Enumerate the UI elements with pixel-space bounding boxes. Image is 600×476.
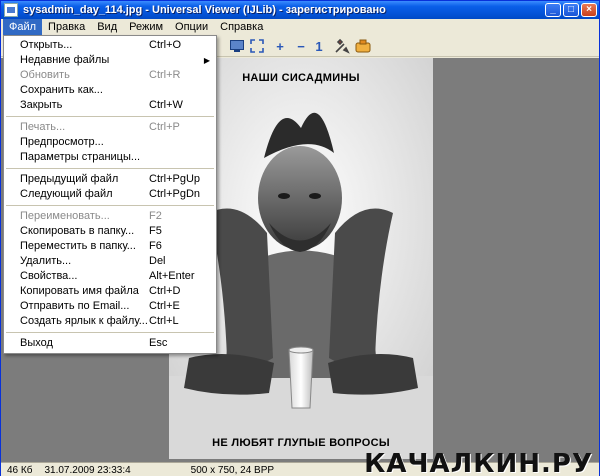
close-button[interactable]: × xyxy=(581,3,597,17)
file-menu-item[interactable]: Отправить по Email... Ctrl+E xyxy=(4,299,216,314)
menu-item-shortcut: F5 xyxy=(149,225,162,237)
menu-edit[interactable]: Правка xyxy=(42,19,91,35)
menu-item-label: Переместить в папку... xyxy=(20,240,136,252)
zoom-in-icon[interactable]: + xyxy=(272,38,288,54)
zoom-out-icon[interactable]: − xyxy=(293,38,309,54)
file-menu-item[interactable]: Параметры страницы... xyxy=(4,150,216,165)
menu-item-shortcut: F6 xyxy=(149,240,162,252)
menu-bar: Файл Правка Вид Режим Опции Справка xyxy=(1,19,599,35)
fullscreen-icon[interactable] xyxy=(249,38,265,54)
menu-separator xyxy=(6,332,214,333)
menu-item-label: Сохранить как... xyxy=(20,84,103,96)
menu-item-label: Закрыть xyxy=(20,99,63,111)
menu-item-shortcut: Ctrl+PgDn xyxy=(149,188,201,200)
menu-item-shortcut: Ctrl+O xyxy=(149,39,182,51)
menu-item-label: Отправить по Email... xyxy=(20,300,130,312)
menu-separator xyxy=(6,116,214,117)
menu-item-label: Скопировать в папку... xyxy=(20,225,135,237)
menu-item-label: Предыдущий файл xyxy=(20,173,119,185)
monitor-icon[interactable] xyxy=(229,38,245,54)
menu-item-label: Переименовать... xyxy=(20,210,110,222)
app-icon[interactable] xyxy=(4,3,18,17)
menu-item-shortcut: F2 xyxy=(149,210,162,222)
actual-size-icon[interactable]: 1 xyxy=(311,38,327,54)
file-menu-item[interactable]: Переименовать... F2 xyxy=(4,209,216,224)
menu-item-label: Предпросмотр... xyxy=(20,136,104,148)
menu-item-label: Свойства... xyxy=(20,270,78,282)
menu-item-label: Удалить... xyxy=(20,255,72,267)
file-menu-item[interactable]: Обновить Ctrl+R xyxy=(4,68,216,83)
menu-item-shortcut: Ctrl+D xyxy=(149,285,181,297)
menu-item-shortcut: Ctrl+W xyxy=(149,99,183,111)
file-menu-item[interactable]: Недавние файлы ▶ xyxy=(4,53,216,68)
file-menu-item[interactable]: Предпросмотр... xyxy=(4,135,216,150)
file-menu-item[interactable]: Закрыть Ctrl+W xyxy=(4,98,216,113)
file-menu-dropdown: Открыть... Ctrl+O Недавние файлы ▶ Обновить C… xyxy=(3,35,217,354)
minimize-button[interactable]: _ xyxy=(545,3,561,17)
menu-item-label: Выход xyxy=(20,337,53,349)
settings-icon[interactable] xyxy=(355,38,371,54)
menu-item-shortcut: Ctrl+PgUp xyxy=(149,173,201,185)
window-title: sysadmin_day_114.jpg - Universal Viewer … xyxy=(23,4,386,16)
file-menu-item[interactable]: Предыдущий файл Ctrl+PgUp xyxy=(4,172,216,187)
watermark: КАЧАЛКИН.РУ xyxy=(364,449,593,476)
photo-bottom-caption: НЕ ЛЮБЯТ ГЛУПЫЕ ВОПРОСЫ xyxy=(212,437,390,449)
menu-separator xyxy=(6,168,214,169)
file-menu-item[interactable]: Удалить... Del xyxy=(4,254,216,269)
maximize-button[interactable]: □ xyxy=(563,3,579,17)
menu-help[interactable]: Справка xyxy=(214,19,269,35)
menu-view[interactable]: Вид xyxy=(91,19,123,35)
menu-file[interactable]: Файл xyxy=(3,19,43,35)
menu-item-label: Открыть... xyxy=(20,39,73,51)
file-menu-item[interactable]: Печать... Ctrl+P xyxy=(4,120,216,135)
status-date: 31.07.2009 23:33:4 xyxy=(44,464,131,476)
file-menu-item[interactable]: Переместить в папку... F6 xyxy=(4,239,216,254)
menu-item-label: Печать... xyxy=(20,121,66,133)
menu-item-shortcut: Ctrl+E xyxy=(149,300,180,312)
status-filesize: 46 Кб xyxy=(7,464,33,476)
title-bar[interactable]: sysadmin_day_114.jpg - Universal Viewer … xyxy=(1,1,599,19)
menu-item-shortcut: Del xyxy=(149,255,166,267)
file-menu-item[interactable]: Свойства... Alt+Enter xyxy=(4,269,216,284)
menu-item-shortcut: Esc xyxy=(149,337,168,349)
menu-item-shortcut: Ctrl+L xyxy=(149,315,179,327)
menu-item-label: Недавние файлы xyxy=(20,54,110,66)
tools-icon[interactable] xyxy=(334,38,350,54)
menu-item-label: Параметры страницы... xyxy=(20,151,141,163)
menu-item-shortcut: Ctrl+R xyxy=(149,69,181,81)
file-menu-item[interactable]: Выход Esc xyxy=(4,336,216,351)
file-menu-item[interactable]: Открыть... Ctrl+O xyxy=(4,38,216,53)
menu-item-shortcut: Alt+Enter xyxy=(149,270,195,282)
file-menu-item[interactable]: Следующий файл Ctrl+PgDn xyxy=(4,187,216,202)
menu-options[interactable]: Опции xyxy=(169,19,214,35)
menu-item-label: Обновить xyxy=(20,69,70,81)
file-menu-item[interactable]: Скопировать в папку... F5 xyxy=(4,224,216,239)
menu-item-shortcut: Ctrl+P xyxy=(149,121,180,133)
file-menu-item[interactable]: Создать ярлык к файлу... Ctrl+L xyxy=(4,314,216,329)
menu-item-label: Следующий файл xyxy=(20,188,113,200)
submenu-arrow-icon: ▶ xyxy=(203,56,210,65)
menu-separator xyxy=(6,205,214,206)
file-menu-item[interactable]: Сохранить как... xyxy=(4,83,216,98)
menu-mode[interactable]: Режим xyxy=(123,19,169,35)
status-dimensions: 500 x 750, 24 BPP xyxy=(190,464,275,476)
menu-item-label: Создать ярлык к файлу... xyxy=(20,315,148,327)
file-menu-item[interactable]: Копировать имя файла Ctrl+D xyxy=(4,284,216,299)
app-window: sysadmin_day_114.jpg - Universal Viewer … xyxy=(0,0,600,476)
menu-item-label: Копировать имя файла xyxy=(20,285,139,297)
